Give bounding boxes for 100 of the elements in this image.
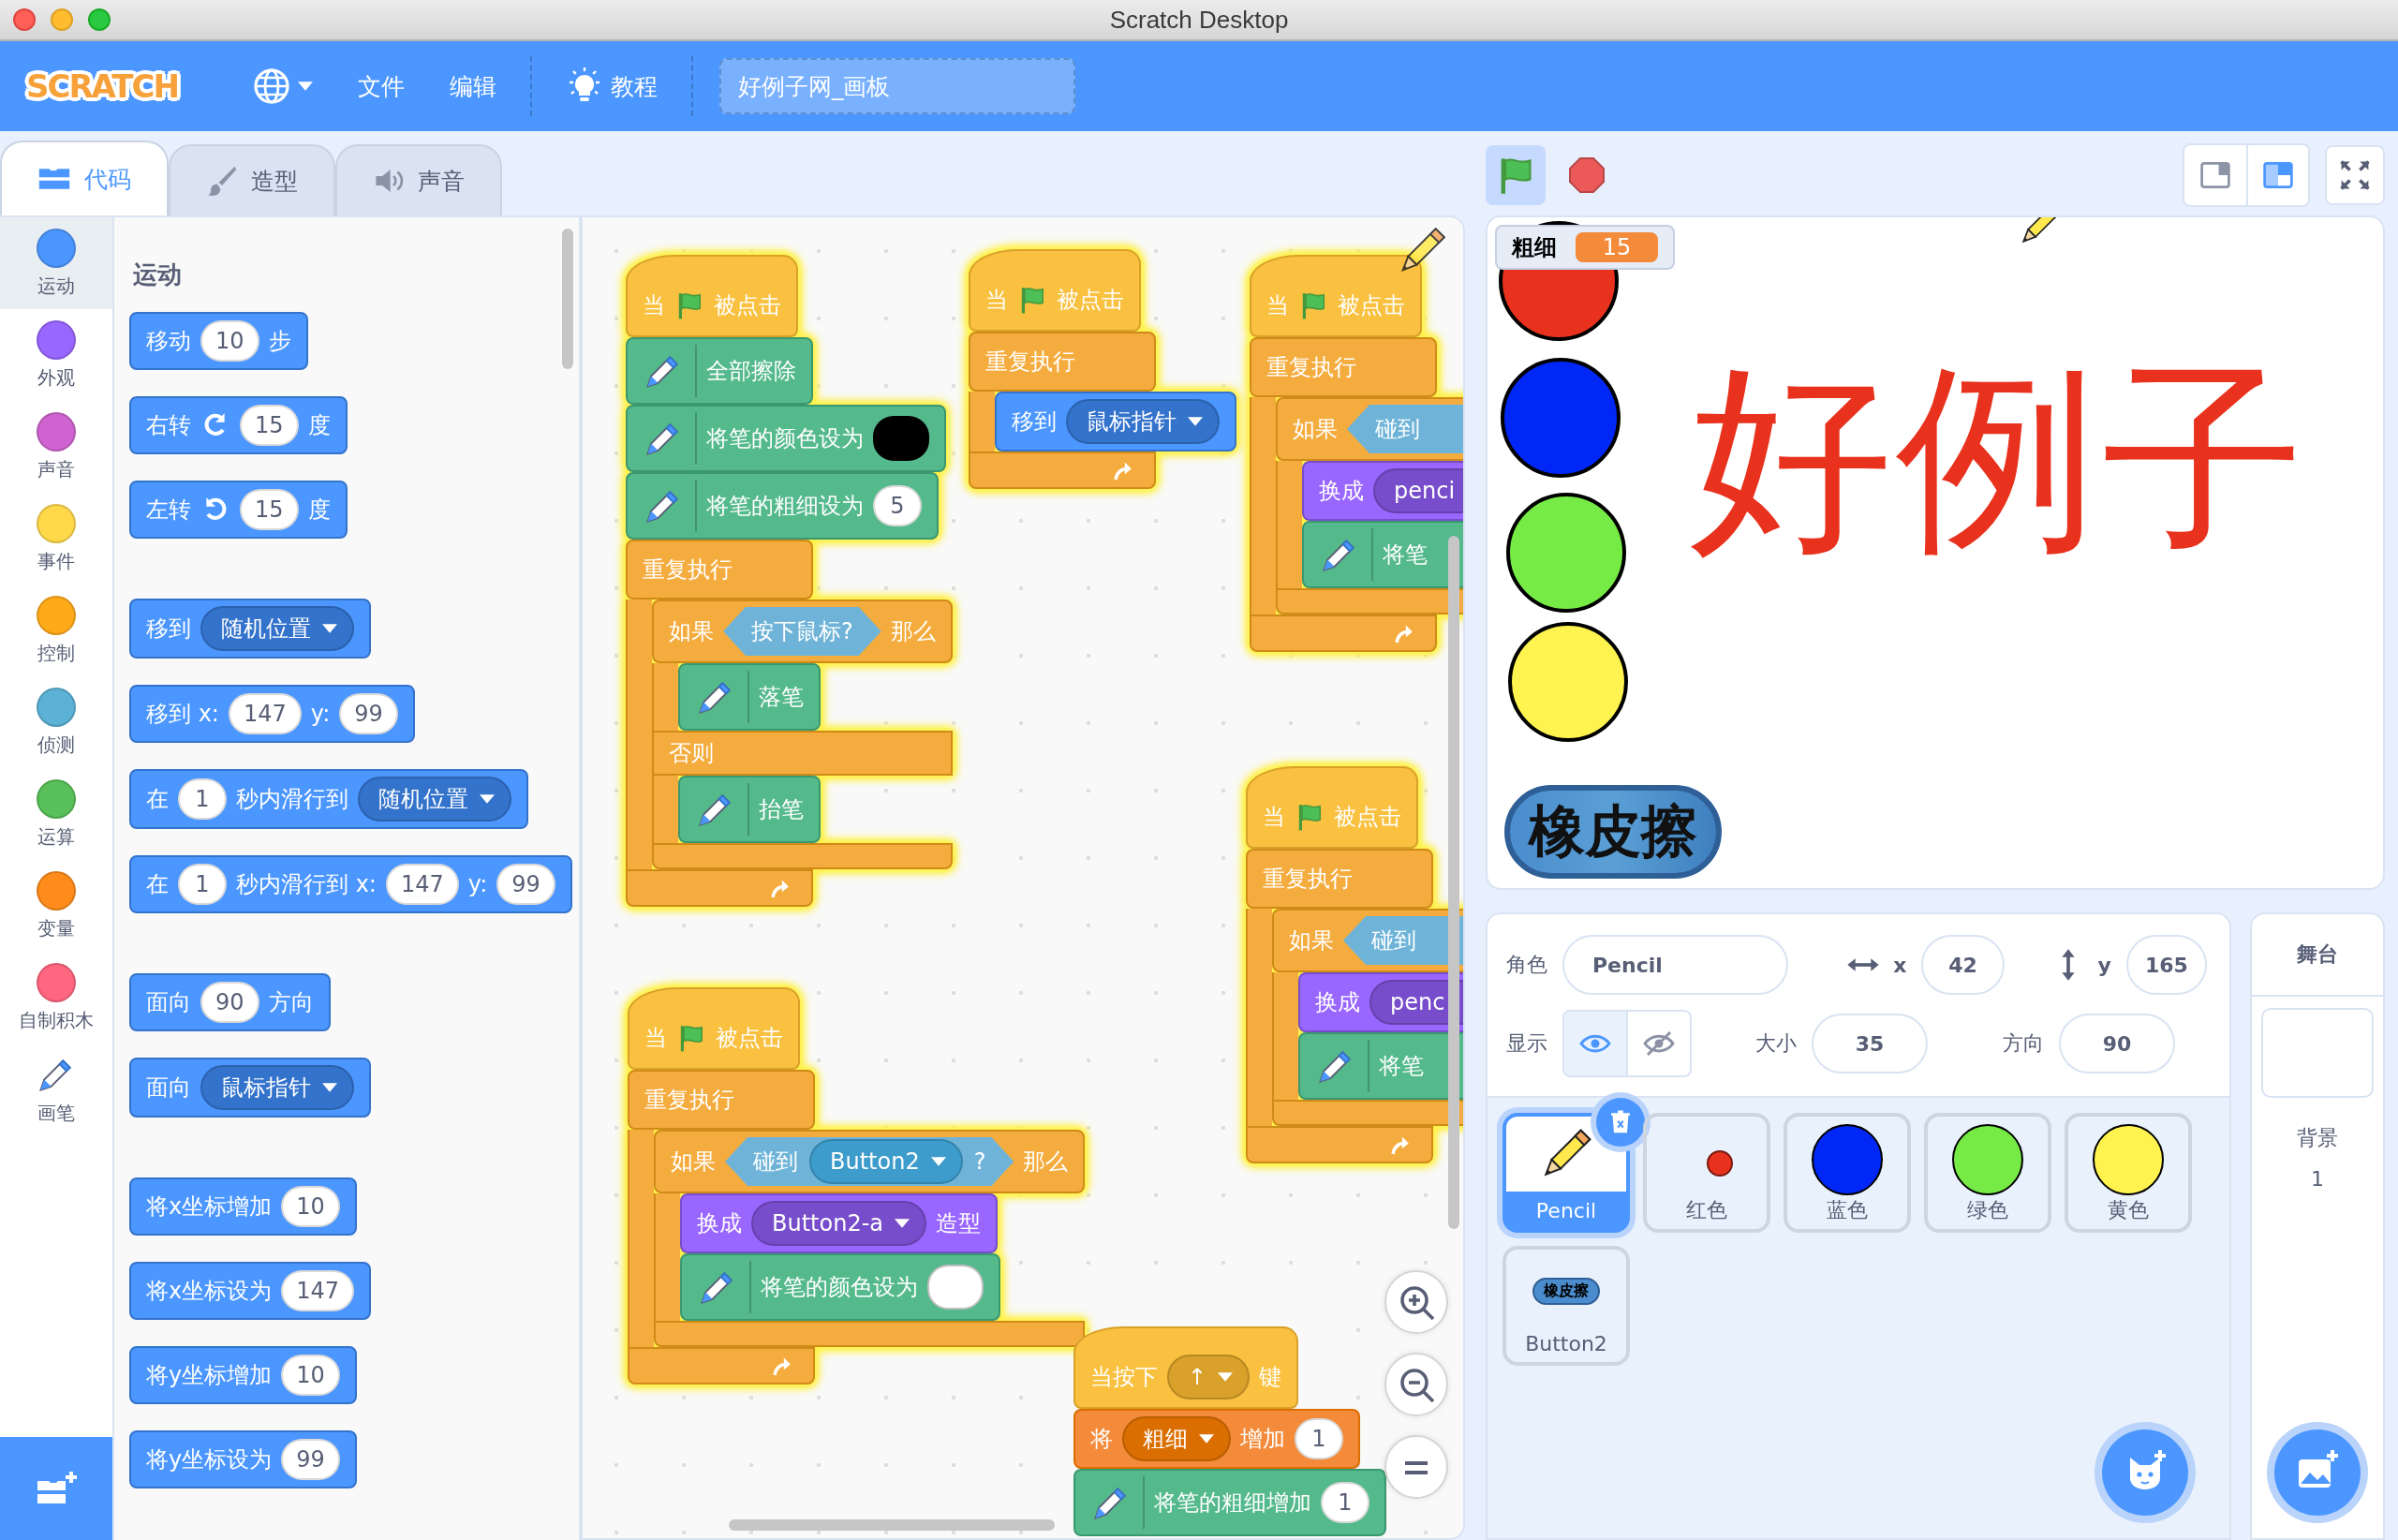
size-field[interactable]: 35 (1812, 1014, 1928, 1074)
window-close-button[interactable] (13, 8, 36, 31)
category-item[interactable]: 事件 (0, 493, 112, 585)
scrollbar[interactable] (729, 1519, 1055, 1531)
pen-block[interactable]: 将笔的粗细设为 5 (626, 472, 939, 540)
sprite-tile[interactable]: 橡皮擦 Button2 (1502, 1246, 1630, 1366)
if-block[interactable]: 如果 碰到 Button2 ? 那么 (654, 1130, 1086, 1193)
zoom-in-button[interactable] (1384, 1270, 1448, 1334)
variable-block[interactable]: 将 粗细 增加 1 (1073, 1409, 1360, 1469)
dropdown-menu[interactable]: 随机位置 (200, 606, 354, 651)
motion-block[interactable]: 移到 鼠标指针 (995, 392, 1236, 452)
category-item[interactable]: 运算 (0, 768, 112, 860)
block-label: 重复执行 (644, 1086, 734, 1115)
sensing-block[interactable]: 碰到 Button2 ? (725, 1137, 1014, 1186)
motion-block[interactable]: 将x坐标增加 10 (129, 1177, 357, 1236)
number-input[interactable]: 5 (873, 485, 922, 526)
number-input[interactable]: 10 (200, 320, 259, 362)
number-input[interactable]: 15 (240, 405, 299, 446)
category-label: 变量 (37, 915, 75, 941)
editor-tab[interactable]: 代码 (0, 141, 169, 215)
number-input[interactable]: 147 (385, 864, 459, 905)
sprite-tile[interactable]: 蓝色 (1784, 1113, 1911, 1233)
zoom-reset-button[interactable] (1384, 1435, 1448, 1499)
stage-thumbnail[interactable] (2261, 1008, 2374, 1098)
sprite-tile[interactable]: 黄色 (2065, 1113, 2192, 1233)
motion-block[interactable]: 移到 随机位置 (129, 599, 371, 659)
block-label: 重复执行 (643, 555, 733, 585)
category-item[interactable]: 画笔 (0, 1044, 112, 1135)
number-input[interactable]: 1 (178, 864, 227, 905)
motion-block[interactable]: 在 1 秒内滑行到 x: 147 y: 99 (129, 855, 572, 913)
zoom-out-button[interactable] (1384, 1353, 1448, 1416)
dropdown-menu[interactable]: Button2-a (751, 1201, 927, 1246)
direction-field[interactable]: 90 (2059, 1014, 2175, 1074)
y-field[interactable]: 165 (2125, 935, 2207, 995)
number-input[interactable]: 147 (281, 1270, 354, 1311)
motion-block[interactable]: 右转 15 度 (129, 396, 348, 454)
number-input[interactable]: 1 (1321, 1482, 1369, 1523)
menu-item[interactable]: 编辑 (426, 41, 519, 131)
window-zoom-button[interactable] (88, 8, 111, 31)
category-item[interactable]: 外观 (0, 309, 112, 401)
looks-block[interactable]: 换成 Button2-a 造型 (680, 1193, 999, 1253)
category-label: 运算 (37, 823, 75, 850)
dropdown-menu[interactable]: 鼠标指针 (200, 1065, 354, 1110)
motion-block[interactable]: 移动 10 步 (129, 312, 308, 370)
color-swatch[interactable] (927, 1265, 984, 1310)
pen-block[interactable]: 将笔的粗细增加 1 (1073, 1469, 1386, 1536)
number-input[interactable]: 1 (178, 778, 227, 820)
category-item[interactable]: 运动 (0, 217, 112, 309)
scrollbar[interactable] (1448, 536, 1459, 1229)
handwritten-text: 好例子 (1690, 340, 2308, 578)
block-label: 那么 (890, 617, 936, 646)
editor-tab[interactable]: 造型 (169, 144, 335, 215)
category-item[interactable]: 变量 (0, 860, 112, 952)
dropdown-menu[interactable]: 粗细 (1122, 1416, 1231, 1461)
motion-block[interactable]: 将x坐标设为 147 (129, 1262, 371, 1320)
category-item[interactable]: 自制积木 (0, 952, 112, 1044)
number-input[interactable]: 99 (281, 1439, 340, 1480)
add-extension-button[interactable] (0, 1437, 112, 1540)
looks-block[interactable]: 换成 penc (1298, 972, 1463, 1032)
number-input[interactable]: 99 (339, 693, 398, 734)
dropdown-menu[interactable]: penci (1373, 468, 1463, 513)
category-item[interactable]: 侦测 (0, 676, 112, 768)
category-item[interactable]: 控制 (0, 585, 112, 676)
dropdown-menu[interactable]: Button2 (809, 1139, 963, 1184)
tutorials-button[interactable]: 教程 (542, 41, 680, 131)
number-input[interactable]: 99 (496, 864, 555, 905)
number-input[interactable]: 1 (1295, 1418, 1343, 1459)
sprite-name-field[interactable]: Pencil (1562, 935, 1789, 995)
show-button[interactable] (1564, 1012, 1626, 1075)
motion-block[interactable]: 将y坐标设为 99 (129, 1430, 357, 1488)
eraser-button[interactable]: 橡皮擦 (1504, 785, 1722, 879)
number-input[interactable]: 90 (200, 982, 259, 1023)
number-input[interactable]: 10 (281, 1186, 340, 1227)
dropdown-menu[interactable]: 鼠标指针 (1066, 399, 1220, 444)
motion-block[interactable]: 移到 x: 147 y: 99 (129, 685, 415, 743)
field-label: 大小 (1755, 1030, 1797, 1057)
looks-block[interactable]: 换成 penci (1302, 461, 1463, 521)
category-item[interactable]: 声音 (0, 401, 112, 493)
motion-block[interactable]: 在 1 秒内滑行到 随机位置 (129, 769, 528, 829)
number-input[interactable]: 15 (240, 489, 299, 530)
dropdown-menu[interactable]: 随机位置 (358, 777, 511, 822)
color-swatch[interactable] (873, 416, 929, 461)
scrollbar[interactable] (562, 229, 573, 369)
number-input[interactable]: 10 (281, 1355, 340, 1396)
motion-block[interactable]: 将y坐标增加 10 (129, 1346, 357, 1404)
zoom-out-icon (1398, 1366, 1435, 1403)
number-input[interactable]: 147 (228, 693, 302, 734)
fullscreen-button[interactable] (2325, 145, 2385, 205)
x-field[interactable]: 42 (1921, 935, 2005, 995)
run-flag-button[interactable] (1486, 145, 1546, 205)
editor-tab[interactable]: 声音 (335, 144, 502, 215)
motion-block[interactable]: 面向 鼠标指针 (129, 1058, 371, 1118)
window-minimize-button[interactable] (51, 8, 73, 31)
motion-block[interactable]: 面向 90 方向 (129, 973, 331, 1031)
block-label: 如果 (1289, 926, 1334, 955)
menu-item[interactable]: 文件 (334, 41, 427, 131)
sprite-tile[interactable]: 绿色 (1924, 1113, 2051, 1233)
sprite-tile[interactable]: 红色 (1643, 1113, 1770, 1233)
motion-block[interactable]: 左转 15 度 (129, 481, 348, 539)
stage-size-button[interactable] (2246, 145, 2308, 205)
